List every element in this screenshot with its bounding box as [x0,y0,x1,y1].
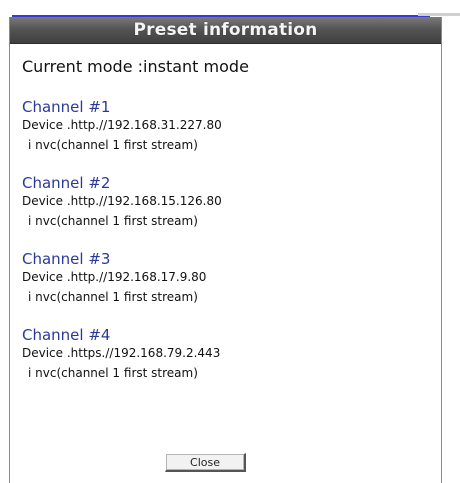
dialog-title: Preset information [133,20,318,40]
divider [418,13,460,16]
close-button[interactable]: Close [165,453,246,472]
preset-information-dialog: Preset information Current mode :instant… [9,17,442,483]
channel-block-3: Channel #3 Device .http.//192.168.17.9.8… [22,250,441,306]
channel-name: Channel #4 [22,326,111,344]
current-mode-text: Current mode :instant mode [22,57,249,76]
channel-stream: i nvc(channel 1 first stream) [28,214,198,228]
channel-device: Device .http.//192.168.15.126.80 [22,194,222,208]
channel-stream: i nvc(channel 1 first stream) [28,138,198,152]
channel-stream: i nvc(channel 1 first stream) [28,366,198,380]
channel-name: Channel #2 [22,174,111,192]
top-edge [0,0,460,17]
channel-device: Device .https.//192.168.79.2.443 [22,346,221,360]
channel-device: Device .http.//192.168.31.227.80 [22,118,222,132]
channel-name: Channel #3 [22,250,111,268]
channel-device: Device .http.//192.168.17.9.80 [22,270,207,284]
channel-block-2: Channel #2 Device .http.//192.168.15.126… [22,174,441,230]
dialog-titlebar[interactable]: Preset information [10,17,441,44]
channel-name: Channel #1 [22,98,111,116]
screen: Preset information Current mode :instant… [0,0,460,483]
channel-block-4: Channel #4 Device .https.//192.168.79.2.… [22,326,441,382]
channel-block-1: Channel #1 Device .http.//192.168.31.227… [22,98,441,154]
dialog-content: Current mode :instant mode Channel #1 De… [10,44,441,382]
channel-stream: i nvc(channel 1 first stream) [28,290,198,304]
dialog-footer: Close [10,453,441,472]
